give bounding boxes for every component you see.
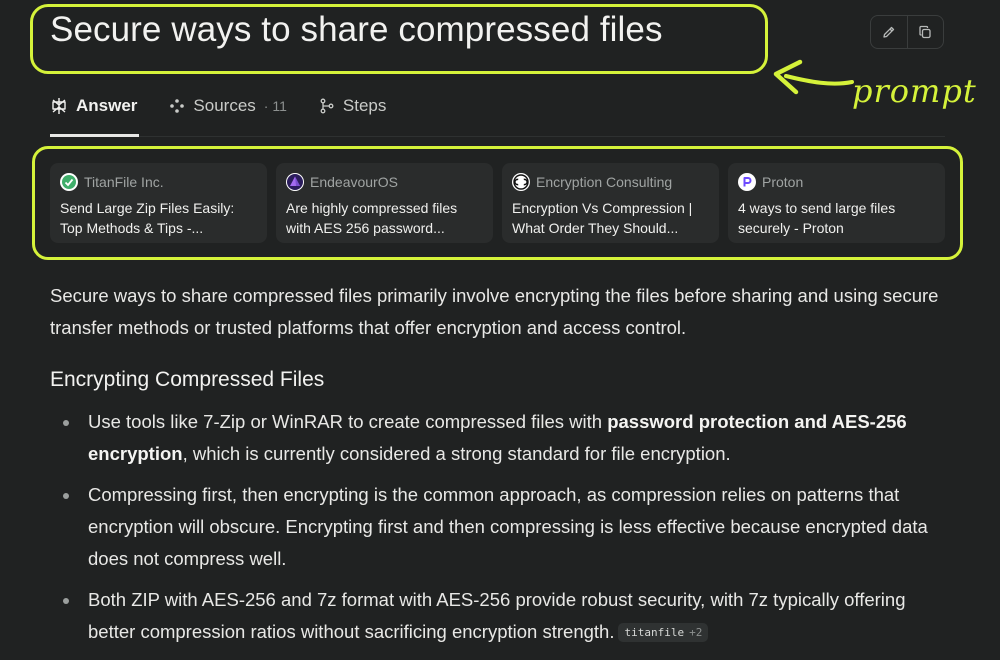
query-actions [870, 15, 944, 49]
tab-divider [50, 136, 945, 137]
source-name: EndeavourOS [310, 174, 398, 190]
tab-steps-label: Steps [342, 96, 387, 115]
section-heading: Encrypting Compressed Files [50, 368, 325, 391]
list-item: Use tools like 7-Zip or WinRAR to create… [50, 406, 950, 470]
source-card[interactable]: EndeavourOS Are highly compressed files … [276, 163, 493, 243]
citation-more-count: +2 [689, 626, 703, 639]
bullet-text: Use tools like 7-Zip or WinRAR to create… [88, 411, 608, 432]
result-tabs: Answer Sources · 11 Steps [50, 92, 386, 120]
pencil-icon [883, 26, 894, 38]
source-card[interactable]: TitanFile Inc. Send Large Zip Files Easi… [50, 163, 267, 243]
source-name: Proton [762, 174, 804, 190]
tab-sources[interactable]: Sources · 11 [169, 92, 287, 120]
list-item: Compressing first, then encrypting is th… [50, 479, 950, 575]
source-card[interactable]: Encryption Consulting Encryption Vs Comp… [502, 163, 719, 243]
source-name: Encryption Consulting [536, 174, 673, 190]
source-card[interactable]: Proton 4 ways to send large files secure… [728, 163, 945, 243]
bullet-text: , which is currently considered a strong… [182, 443, 731, 464]
edit-button[interactable] [871, 16, 907, 48]
active-tab-indicator [50, 134, 139, 137]
source-cards: TitanFile Inc. Send Large Zip Files Easi… [50, 163, 945, 243]
citation-source: titanfile [624, 626, 685, 639]
perplexity-icon [52, 98, 66, 114]
tab-sources-label: Sources [193, 96, 256, 115]
prompt-highlight-box [30, 4, 768, 74]
answer-bullets: Use tools like 7-Zip or WinRAR to create… [50, 406, 950, 648]
answer-intro: Secure ways to share compressed files pr… [50, 285, 939, 338]
source-title: 4 ways to send large files securely - Pr… [738, 200, 896, 236]
endeavouros-favicon-icon [286, 173, 304, 191]
bullet-text: Both ZIP with AES-256 and 7z format with… [88, 589, 906, 642]
source-name: TitanFile Inc. [84, 174, 164, 190]
tab-steps[interactable]: Steps [319, 92, 386, 120]
copy-icon [919, 25, 931, 39]
sources-icon [170, 99, 185, 113]
copy-button[interactable] [906, 16, 944, 48]
source-title: Encryption Vs Compression | What Order T… [512, 200, 693, 236]
source-title: Send Large Zip Files Easily: Top Methods… [60, 200, 235, 236]
steps-icon [320, 98, 334, 114]
proton-favicon-icon [738, 173, 756, 191]
sources-count: · 11 [263, 98, 287, 114]
prompt-annotation-label: prompt [852, 72, 977, 110]
annotation-arrow-icon [773, 59, 854, 95]
titanfile-favicon-icon [60, 173, 78, 191]
source-title: Are highly compressed files with AES 256… [286, 200, 458, 236]
tab-answer-label: Answer [76, 96, 138, 115]
answer-body: Secure ways to share compressed files pr… [50, 280, 950, 657]
list-item: Both ZIP with AES-256 and 7z format with… [50, 584, 950, 648]
bullet-text: Compressing first, then encrypting is th… [88, 484, 928, 569]
tab-answer[interactable]: Answer [50, 92, 137, 120]
citation-badge[interactable]: titanfile +2 [618, 623, 709, 642]
encryption-consulting-favicon-icon [512, 173, 530, 191]
